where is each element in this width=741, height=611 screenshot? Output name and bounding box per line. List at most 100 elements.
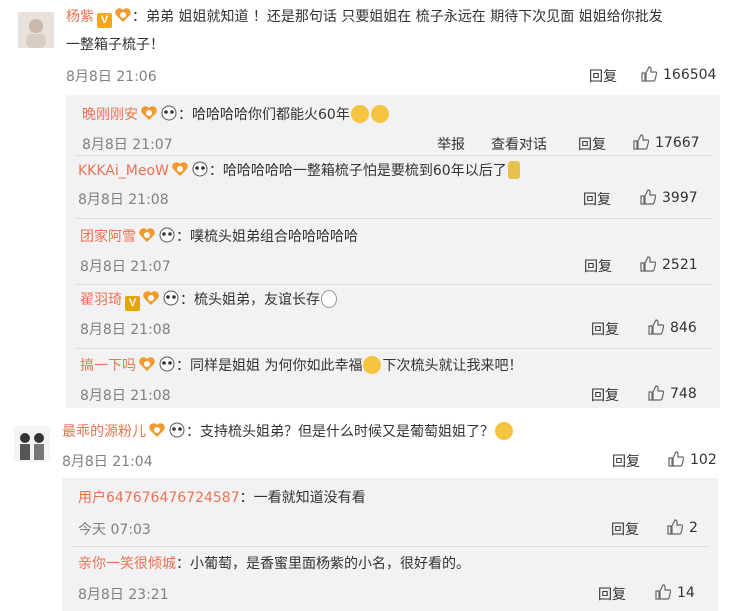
reply-text: ：一看就知道没有看 — [239, 490, 366, 506]
reply-text: ：小葡萄，是香蜜里面杨紫的小名，很好看的。 — [176, 556, 470, 572]
username[interactable]: 用户6476764767245​87 — [78, 490, 240, 506]
reply-button[interactable]: 回复 — [583, 189, 611, 209]
candle-emoji-icon — [507, 161, 520, 179]
like-count: 748 — [670, 386, 697, 402]
reply-body: 亲你一笑很倾城：小葡萄，是香蜜里面杨紫的小名，很好看的。 — [78, 553, 470, 575]
panda-icon — [163, 290, 179, 306]
panda-icon — [161, 105, 177, 121]
like-button[interactable]: 3997 — [640, 189, 698, 206]
report-button[interactable]: 举报 — [437, 134, 465, 154]
like-button[interactable]: 14 — [655, 584, 695, 601]
fan-badge-icon — [149, 423, 165, 437]
fan-badge-icon — [115, 8, 131, 22]
comment-text: ：弟弟 姐姐就知道 ！还是那句话 只要姐姐在 梳子永远在 期待下次见面 姐姐给你… — [132, 9, 663, 25]
like-button[interactable]: 17667 — [633, 134, 700, 151]
reply-button[interactable]: 回复 — [598, 584, 626, 604]
laugh-emoji-icon — [370, 105, 389, 123]
panda-icon — [169, 422, 185, 438]
like-count: 2 — [689, 520, 698, 536]
fan-badge-icon — [172, 162, 188, 176]
reply-button[interactable]: 回复 — [578, 134, 606, 154]
laugh-emoji-icon — [350, 105, 369, 123]
comment-body: 杨紫 V ：弟弟 姐姐就知道 ！还是那句话 只要姐姐在 梳子永远在 期待下次见面 姐… — [66, 6, 663, 28]
reply-button[interactable]: 回复 — [589, 66, 617, 86]
like-button[interactable]: 102 — [668, 451, 717, 468]
username[interactable]: 亲你一笑很倾城 — [78, 556, 176, 572]
thumbs-up-icon — [667, 519, 683, 535]
reply-body: 翟羽琦 V ：梳头姐弟，友谊长存 — [80, 289, 338, 311]
panda-icon — [159, 227, 175, 243]
like-button[interactable]: 2 — [667, 519, 698, 536]
fan-badge-icon — [141, 106, 157, 120]
comment-text: ：支持梳头姐弟？但是什么时候又是葡萄姐姐了？ — [186, 424, 494, 440]
crying-emoji-icon — [363, 356, 382, 374]
divider — [76, 284, 712, 285]
username[interactable]: 杨紫 — [66, 9, 94, 25]
reply-text: ：哈哈哈哈哈一整箱梳子怕是要梳到60年以后了 — [208, 163, 507, 179]
thumbs-up-icon — [648, 319, 664, 335]
thumbs-up-icon — [640, 256, 656, 272]
like-count: 3997 — [662, 190, 698, 206]
reply-body: 晚刚刚安 ：哈哈哈哈你们都能火60年 — [82, 104, 390, 126]
username[interactable]: 搞一下吗 — [80, 358, 136, 374]
thumbs-up-icon — [641, 66, 657, 82]
timestamp: 8月8日 23:21 — [78, 587, 169, 603]
username[interactable]: KKKAi_MeoW — [78, 163, 169, 179]
thumbs-up-icon — [633, 134, 649, 150]
reply-body: 搞一下吗 ：同样是姐姐 为何你如此幸福 下次梳头就让我来吧！ — [80, 355, 522, 377]
fan-badge-icon — [143, 291, 159, 305]
verified-badge-icon: V — [125, 296, 140, 311]
reply-text-cont: 下次梳头就让我来吧！ — [382, 358, 523, 374]
fan-badge-icon — [139, 228, 155, 242]
thumbs-up-icon — [640, 189, 656, 205]
reply-button[interactable]: 回复 — [591, 385, 619, 405]
comment-text-line2: 一整箱子梳子！ — [66, 37, 164, 53]
timestamp: 8月8日 21:08 — [80, 322, 171, 338]
like-count: 2521 — [662, 257, 698, 273]
timestamp: 8月8日 21:08 — [80, 388, 171, 404]
username[interactable]: 翟羽琦 — [80, 292, 122, 308]
timestamp: 8月8日 21:04 — [62, 454, 153, 470]
reply-button[interactable]: 回复 — [591, 319, 619, 339]
divider — [76, 218, 712, 219]
reply-body: 用户6476764767245​87：一看就知道没有看 — [78, 487, 366, 509]
panda-icon — [159, 356, 175, 372]
like-count: 102 — [690, 452, 717, 468]
divider — [76, 348, 712, 349]
view-conversation-button[interactable]: 查看对话 — [491, 134, 547, 154]
verified-badge-icon: V — [97, 13, 112, 28]
reply-button[interactable]: 回复 — [611, 519, 639, 539]
like-button[interactable]: 166504 — [641, 66, 716, 83]
like-count: 846 — [670, 320, 697, 336]
timestamp: 8月8日 21:06 — [66, 69, 157, 85]
fan-badge-icon — [139, 357, 155, 371]
reply-text: ：哈哈哈哈你们都能火60年 — [178, 107, 350, 123]
like-button[interactable]: 846 — [648, 319, 697, 336]
timestamp: 8月8日 21:07 — [82, 137, 173, 153]
reply-body: 团家阿雪 ：噗梳头姐弟组合哈哈哈哈哈 — [80, 226, 358, 248]
reply-text: ：同样是姐姐 为何你如此幸福 — [176, 358, 363, 374]
timestamp: 今天 07:03 — [78, 522, 151, 538]
reply-text: ：梳头姐弟，友谊长存 — [180, 292, 320, 308]
avatar[interactable] — [14, 426, 50, 462]
avatar[interactable] — [18, 12, 54, 48]
comment-feed: 杨紫 V ：弟弟 姐姐就知道 ！还是那句话 只要姐姐在 梳子永远在 期待下次见面 姐… — [0, 0, 741, 611]
like-button[interactable]: 2521 — [640, 256, 698, 273]
timestamp: 8月8日 21:08 — [78, 192, 169, 208]
timestamp: 8月8日 21:07 — [80, 259, 171, 275]
username[interactable]: 团家阿雪 — [80, 229, 136, 245]
reply-button[interactable]: 回复 — [584, 256, 612, 276]
username[interactable]: 最乖的源粉儿 — [62, 424, 146, 440]
like-count: 14 — [677, 585, 695, 601]
divider — [72, 546, 710, 547]
divider — [76, 155, 712, 156]
username[interactable]: 晚刚刚安 — [82, 107, 138, 123]
like-button[interactable]: 748 — [648, 385, 697, 402]
like-count: 166504 — [663, 67, 717, 83]
like-count: 17667 — [655, 135, 700, 151]
panda-icon — [192, 161, 208, 177]
thumbs-up-icon — [648, 385, 664, 401]
reply-button[interactable]: 回复 — [612, 451, 640, 471]
reply-body: KKKAi_MeoW ：哈哈哈哈哈一整箱梳子怕是要梳到60年以后了 — [78, 160, 521, 182]
tongue-emoji-icon — [495, 422, 513, 440]
